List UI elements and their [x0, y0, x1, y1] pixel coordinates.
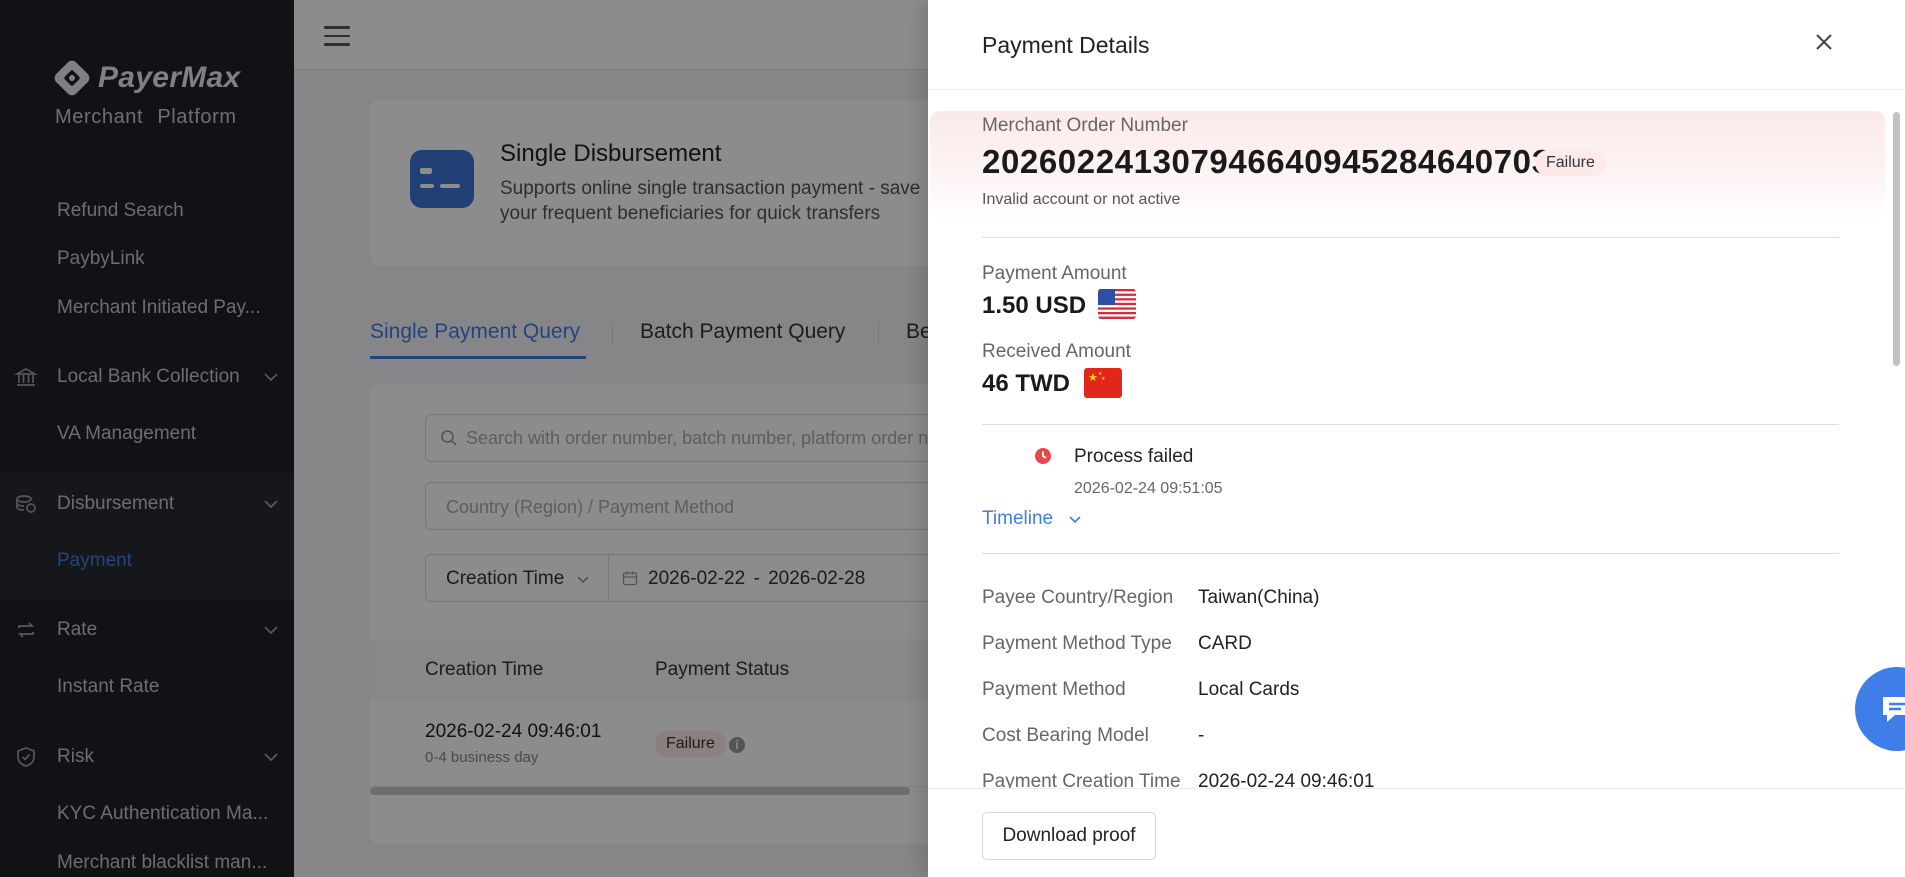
chevron-down-icon — [1069, 516, 1081, 524]
timeline-toggle[interactable]: Timeline — [982, 508, 1082, 530]
close-icon[interactable] — [1812, 30, 1836, 54]
timeline-toggle-label: Timeline — [982, 508, 1054, 529]
us-flag-icon — [1098, 289, 1136, 319]
detail-value: - — [1198, 725, 1205, 746]
divider — [982, 553, 1839, 554]
chat-icon — [1883, 697, 1905, 722]
received-amount: 46 TWD — [982, 370, 1071, 397]
vertical-scrollbar[interactable] — [1893, 112, 1900, 366]
drawer-body: Merchant Order Number 202602241307946640… — [928, 90, 1905, 788]
cn-flag-icon: ★ ★ ★ — [1084, 368, 1122, 398]
svg-text:★: ★ — [1101, 376, 1106, 382]
detail-value: Taiwan(China) — [1198, 587, 1320, 608]
order-number-label: Merchant Order Number — [982, 115, 1188, 136]
drawer-header: Payment Details — [928, 0, 1905, 90]
detail-row: Payment Method Type CARD — [982, 633, 1842, 663]
timeline-status: Process failed — [1074, 446, 1194, 467]
failed-clock-icon — [1035, 448, 1051, 464]
detail-value: Local Cards — [1198, 679, 1300, 700]
divider — [982, 237, 1839, 238]
payment-amount: 1.50 USD — [982, 292, 1087, 319]
detail-row: Cost Bearing Model - — [982, 725, 1842, 755]
order-number: 20260224130794664094528464070З — [982, 143, 1553, 180]
failure-status-badge: Failure — [1535, 150, 1606, 176]
divider — [982, 424, 1839, 425]
detail-key: Payee Country/Region — [982, 587, 1174, 608]
detail-row: Payment Creation Time 2026-02-24 09:46:0… — [982, 771, 1842, 788]
payment-amount-label: Payment Amount — [982, 263, 1127, 284]
detail-key: Cost Bearing Model — [982, 725, 1149, 746]
svg-text:★: ★ — [1088, 371, 1098, 384]
detail-row: Payee Country/Region Taiwan(China) — [982, 587, 1842, 617]
failure-reason: Invalid account or not active — [982, 191, 1181, 208]
drawer-title: Payment Details — [982, 32, 1150, 58]
received-amount-label: Received Amount — [982, 341, 1131, 362]
drawer-footer: Download proof — [928, 788, 1905, 877]
detail-row: Payment Method Local Cards — [982, 679, 1842, 709]
timeline-time: 2026-02-24 09:51:05 — [1074, 480, 1223, 497]
download-proof-button[interactable]: Download proof — [982, 812, 1156, 860]
detail-value: 2026-02-24 09:46:01 — [1198, 771, 1375, 788]
detail-key: Payment Creation Time — [982, 771, 1181, 788]
detail-key: Payment Method — [982, 679, 1126, 700]
payment-details-drawer: Payment Details Merchant Order Number 20… — [928, 0, 1905, 877]
detail-value: CARD — [1198, 633, 1252, 654]
detail-key: Payment Method Type — [982, 633, 1172, 654]
modal-overlay[interactable] — [0, 0, 928, 877]
